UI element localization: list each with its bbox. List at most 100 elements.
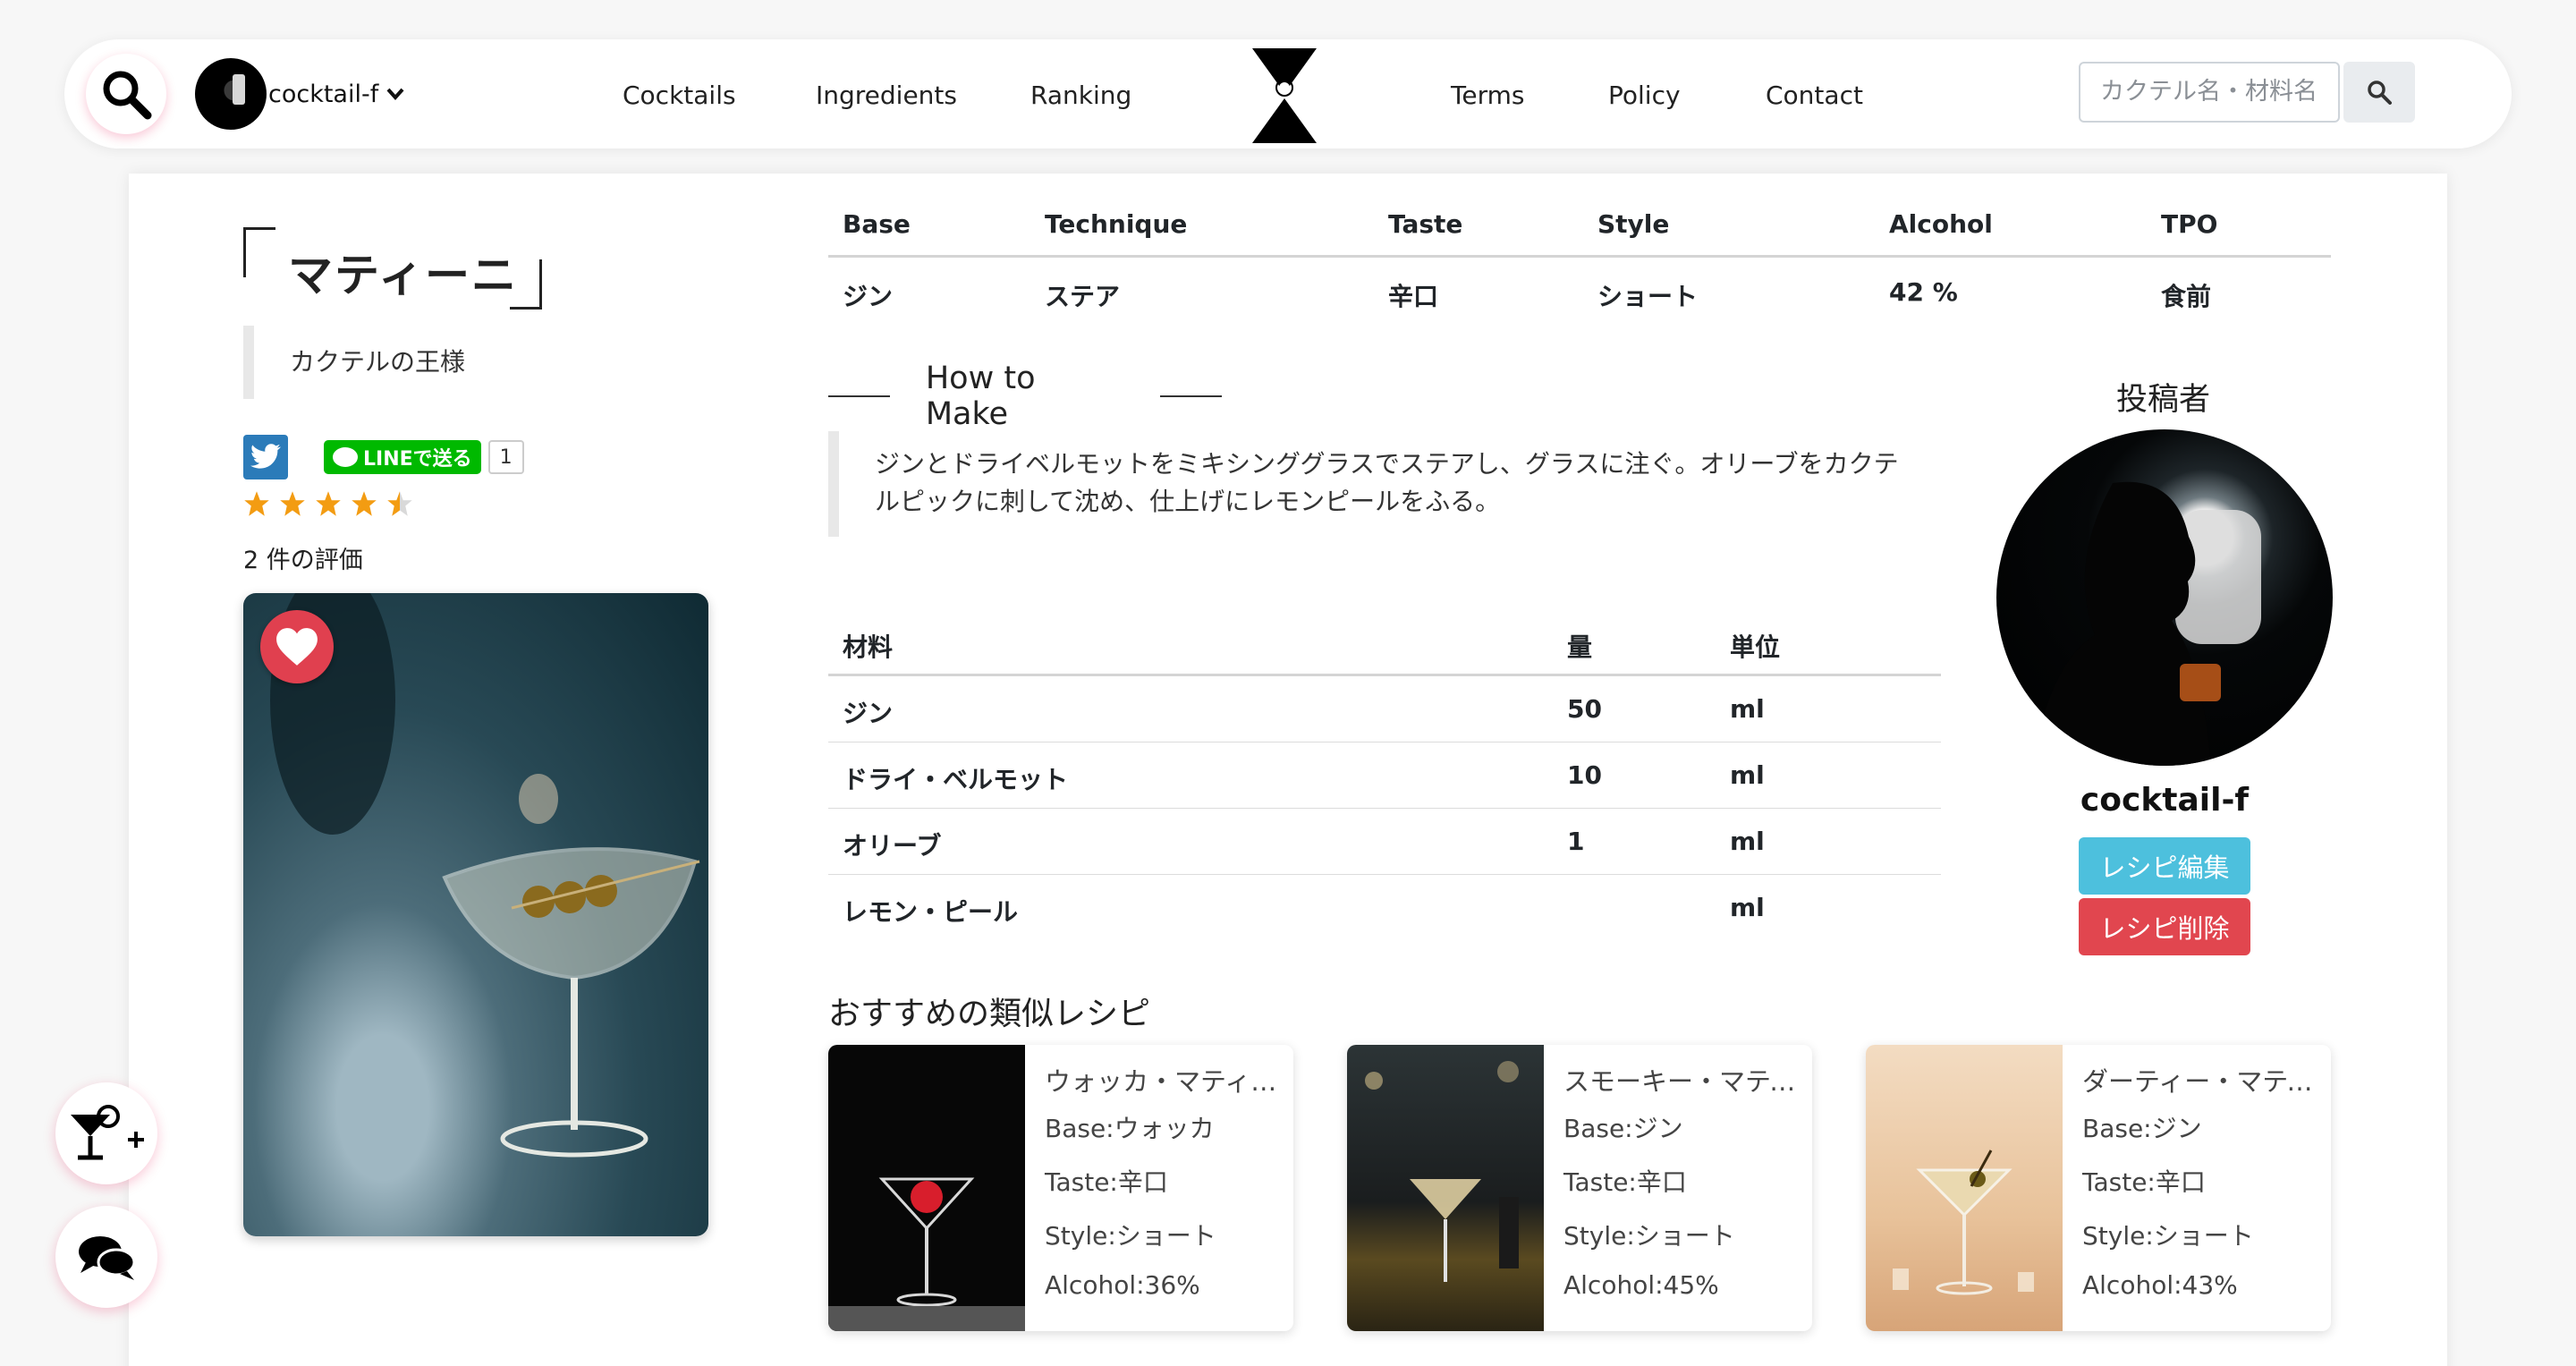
line-share-count: 1 <box>487 440 524 474</box>
chat-button[interactable] <box>55 1206 157 1308</box>
ing-unit: ml <box>1730 893 1765 922</box>
similar-recipe-image <box>828 1045 1025 1331</box>
ing-unit: ml <box>1730 694 1765 724</box>
star-half-icon <box>387 491 412 516</box>
rating-stars[interactable] <box>243 490 413 517</box>
search-toggle-button[interactable] <box>86 54 166 134</box>
how-to-make-title: How to Make <box>925 361 1036 432</box>
ing-header-name: 材料 <box>843 632 894 662</box>
attr-value-style: ショート <box>1597 282 1699 311</box>
similar-recipe-style: Style:ショート <box>1045 1221 1216 1251</box>
nav-link-policy[interactable]: Policy <box>1608 81 1681 110</box>
site-logo[interactable] <box>1247 41 1322 148</box>
cocktail-photo <box>243 593 708 1236</box>
similar-recipe-taste: Taste:辛口 <box>1045 1167 1168 1197</box>
how-to-make-heading: How to Make <box>828 361 1222 432</box>
similar-recipe-taste: Taste:辛口 <box>2082 1167 2206 1197</box>
navbar: cocktail-f Cocktails Ingredients Ranking… <box>64 39 2512 148</box>
chat-bubbles-icon <box>79 1236 136 1280</box>
similar-recipes-title: おすすめの類似レシピ <box>828 996 1151 1032</box>
similar-recipe-name: ダーティー・マティ... <box>2082 1066 2331 1097</box>
similar-recipe-alcohol: Alcohol:36% <box>1045 1270 1200 1300</box>
nav-link-cocktails[interactable]: Cocktails <box>623 81 736 110</box>
nav-link-ranking[interactable]: Ranking <box>1030 81 1131 110</box>
table-row: オリーブ 1 ml <box>828 809 1941 875</box>
similar-recipe-card[interactable]: スモーキー・マティ... Base:ジン Taste:辛口 Style:ショート… <box>1347 1045 1812 1331</box>
similar-recipe-alcohol: Alcohol:43% <box>2082 1270 2238 1300</box>
attr-value-taste: 辛口 <box>1388 282 1439 311</box>
attr-header-technique: Technique <box>1045 209 1188 239</box>
attr-value-tpo: 食前 <box>2161 282 2212 311</box>
attr-value-alcohol: 42 % <box>1889 277 1958 307</box>
search-icon <box>2368 81 2392 105</box>
attr-value-base: ジン <box>843 282 894 311</box>
similar-recipe-base: Base:ジン <box>2082 1114 2202 1143</box>
attr-header-tpo: TPO <box>2161 209 2218 239</box>
chevron-down-icon <box>386 87 405 101</box>
ing-name: ジン <box>843 699 894 728</box>
search-icon <box>103 71 152 120</box>
ing-header-unit: 単位 <box>1730 632 1781 662</box>
similar-recipe-alcohol: Alcohol:45% <box>1563 1270 1719 1300</box>
table-row: ジン 50 ml <box>828 676 1941 742</box>
line-share-label: LINEで送る <box>363 448 472 471</box>
star-icon <box>352 491 377 516</box>
similar-recipe-image <box>1347 1045 1544 1331</box>
ing-amount: 1 <box>1567 827 1585 856</box>
delete-recipe-button[interactable]: レシピ削除 <box>2079 898 2250 955</box>
twitter-share-button[interactable] <box>243 435 288 479</box>
star-icon <box>316 491 341 516</box>
heart-icon <box>276 628 318 666</box>
similar-recipe-card[interactable]: ダーティー・マティ... Base:ジン Taste:辛口 Style:ショート… <box>1866 1045 2331 1331</box>
ing-unit: ml <box>1730 760 1765 790</box>
search-input[interactable]: カクテル名・材料名 <box>2079 62 2340 123</box>
line-icon <box>333 447 358 467</box>
attributes-header-row: Base Technique Taste Style Alcohol TPO <box>828 200 2331 258</box>
share-row: LINEで送る 1 <box>243 435 524 479</box>
table-row: レモン・ピール ml <box>828 875 1941 941</box>
how-to-make-text: ジンとドライベルモットをミキシンググラスでステアし、グラスに注ぐ。オリーブをカク… <box>828 431 1902 537</box>
recipe-title-block: マティーニ <box>243 227 542 310</box>
similar-recipe-name: スモーキー・マティ... <box>1563 1066 1812 1097</box>
ing-unit: ml <box>1730 827 1765 856</box>
cocktail-add-icon <box>71 1105 144 1160</box>
attr-header-base: Base <box>843 209 911 239</box>
search-submit-button[interactable] <box>2343 62 2415 123</box>
ing-name: ドライ・ベルモット <box>843 765 1069 794</box>
add-recipe-button[interactable] <box>55 1082 157 1184</box>
recipe-subtitle: カクテルの王様 <box>243 326 547 399</box>
nav-link-contact[interactable]: Contact <box>1766 81 1863 110</box>
similar-recipe-style: Style:ショート <box>2082 1221 2254 1251</box>
nav-link-terms[interactable]: Terms <box>1451 81 1524 110</box>
similar-recipe-taste: Taste:辛口 <box>1563 1167 1687 1197</box>
line-share-button[interactable]: LINEで送る <box>324 440 481 474</box>
ing-name: オリーブ <box>843 831 942 861</box>
attr-header-taste: Taste <box>1388 209 1463 239</box>
author-label: 投稿者 <box>2116 382 2211 418</box>
attributes-table: Base Technique Taste Style Alcohol TPO ジ… <box>828 200 2331 315</box>
attr-header-alcohol: Alcohol <box>1889 209 1993 239</box>
twitter-icon <box>250 444 281 469</box>
attributes-value-row: ジン ステア 辛口 ショート 42 % 食前 <box>828 258 2331 315</box>
user-name: cocktail-f <box>268 80 379 108</box>
nav-link-ingredients[interactable]: Ingredients <box>816 81 957 110</box>
table-row: ドライ・ベルモット 10 ml <box>828 742 1941 809</box>
ing-header-amount: 量 <box>1567 632 1593 662</box>
ingredients-header-row: 材料 量 単位 <box>828 608 1941 676</box>
user-menu[interactable]: cocktail-f <box>195 57 405 131</box>
author-avatar[interactable] <box>1996 429 2333 766</box>
similar-recipe-style: Style:ショート <box>1563 1221 1735 1251</box>
hourglass-logo-icon <box>1252 48 1317 143</box>
ing-amount: 50 <box>1567 694 1602 724</box>
ing-name: レモン・ピール <box>843 897 1019 927</box>
similar-recipe-name: ウォッカ・マティーニ <box>1045 1066 1293 1097</box>
author-name: cocktail-f <box>2080 782 2250 819</box>
attr-value-technique: ステア <box>1045 282 1121 311</box>
similar-recipe-card[interactable]: ウォッカ・マティーニ Base:ウォッカ Taste:辛口 Style:ショート… <box>828 1045 1293 1331</box>
ing-amount: 10 <box>1567 760 1602 790</box>
favorite-button[interactable] <box>260 610 334 683</box>
user-avatar <box>195 58 267 130</box>
edit-recipe-button[interactable]: レシピ編集 <box>2079 837 2250 895</box>
star-icon <box>280 491 305 516</box>
star-icon <box>244 491 269 516</box>
